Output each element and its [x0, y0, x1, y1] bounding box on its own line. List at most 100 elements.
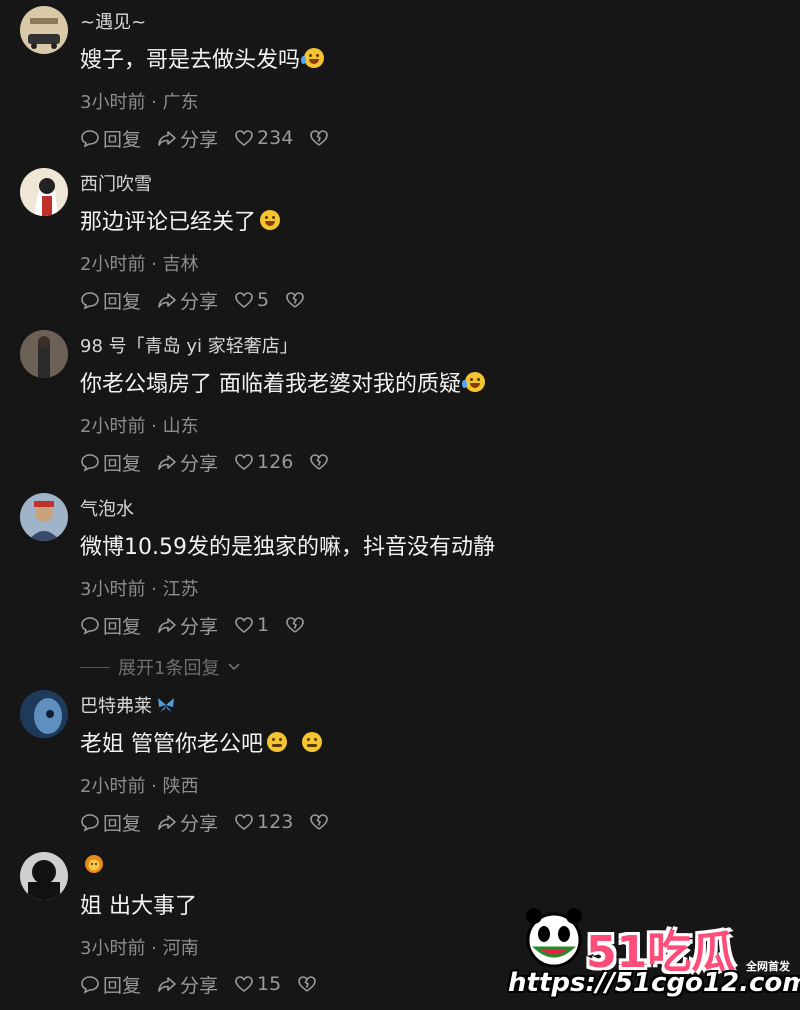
avatar[interactable] — [20, 6, 68, 54]
share-icon — [158, 293, 176, 308]
comment-location: 江苏 — [162, 579, 199, 600]
like-button[interactable]: 123 — [234, 811, 293, 833]
comment-location: 广东 — [162, 92, 199, 113]
dislike-button[interactable] — [309, 452, 329, 472]
broken-heart-icon — [310, 814, 329, 830]
like-count: 5 — [257, 289, 270, 311]
reply-button[interactable]: 回复 — [80, 449, 141, 476]
avatar[interactable] — [20, 168, 68, 216]
share-icon — [158, 618, 176, 633]
username[interactable]: 气泡水 — [80, 495, 134, 521]
broken-heart-icon — [310, 454, 329, 470]
dislike-button[interactable] — [297, 974, 317, 994]
comment-meta: 3小时前 · 河南 — [80, 938, 199, 959]
comment-text: 微博10.59发的是独家的嘛，抖音没有动静 — [80, 529, 495, 561]
reply-button[interactable]: 回复 — [80, 809, 141, 836]
comment-item: 巴特弗莱老姐 管管你老公吧 2小时前 · 陕西回复 分享 123 — [0, 684, 800, 844]
reply-label: 回复 — [103, 812, 142, 835]
dislike-button[interactable] — [285, 615, 305, 635]
comment-body: 那边评论已经关了 — [80, 210, 257, 235]
comment-meta: 2小时前 · 山东 — [80, 416, 199, 437]
share-button[interactable]: 分享 — [157, 449, 218, 476]
share-button[interactable]: 分享 — [157, 125, 218, 152]
reply-button[interactable]: 回复 — [80, 612, 141, 639]
share-label: 分享 — [180, 615, 219, 638]
reply-label: 回复 — [103, 452, 142, 475]
like-button[interactable]: 234 — [234, 127, 293, 149]
avatar[interactable] — [20, 330, 68, 378]
share-button[interactable]: 分享 — [157, 287, 218, 314]
username[interactable]: 巴特弗莱 — [80, 692, 176, 718]
comment-actions: 回复 分享 5 — [80, 286, 321, 314]
share-label: 分享 — [180, 974, 219, 997]
comment-text: 老姐 管管你老公吧 — [80, 726, 322, 758]
username[interactable]: 98 号「青岛 yi 家轻奢店」 — [80, 332, 298, 358]
share-label: 分享 — [180, 452, 219, 475]
cry-emoji-icon — [301, 48, 325, 68]
comment-item: 西门吹雪 那边评论已经关了 2小时前 · 吉林 回复 分享 5 — [0, 162, 800, 322]
comment-actions: 回复 分享 15 — [80, 970, 333, 998]
comment-time: 2小时前 — [80, 416, 146, 437]
comment-body: 姐 出大事了 — [80, 894, 197, 919]
username[interactable]: ~遇见~ — [80, 8, 146, 34]
heart-icon — [235, 130, 253, 147]
reply-button[interactable]: 回复 — [80, 971, 141, 998]
reply-button[interactable]: 回复 — [80, 287, 141, 314]
share-button[interactable]: 分享 — [157, 809, 218, 836]
heart-icon — [235, 617, 253, 634]
like-count: 234 — [257, 127, 294, 149]
comment-time: 3小时前 — [80, 938, 146, 959]
comment-actions: 回复 分享 126 — [80, 448, 345, 476]
dislike-button[interactable] — [309, 128, 329, 148]
like-button[interactable]: 1 — [234, 614, 269, 636]
comment-meta: 3小时前 · 广东 — [80, 92, 199, 113]
avatar[interactable] — [20, 493, 68, 541]
avatar[interactable] — [20, 852, 68, 900]
comment-meta: 3小时前 · 江苏 — [80, 579, 199, 600]
comment-actions: 回复 分享 1 — [80, 611, 321, 639]
heart-icon — [235, 292, 253, 309]
comment-actions: 回复 分享 123 — [80, 808, 345, 836]
avatar[interactable] — [20, 690, 68, 738]
comment-item: ~遇见~ 嫂子，哥是去做头发吗 3小时前 · 广东回复 分享 234 — [0, 0, 800, 160]
dislike-button[interactable] — [309, 812, 329, 832]
comment-text: 姐 出大事了 — [80, 888, 197, 920]
username[interactable]: 西门吹雪 — [80, 170, 152, 196]
reply-icon — [81, 130, 99, 148]
share-icon — [158, 455, 176, 470]
comment-location: 河南 — [162, 938, 199, 959]
expand-replies-label: 展开1条回复 — [118, 658, 220, 679]
comment-location: 吉林 — [162, 254, 199, 275]
like-button[interactable]: 5 — [234, 289, 269, 311]
share-label: 分享 — [180, 290, 219, 313]
comment-time: 3小时前 — [80, 92, 146, 113]
reply-icon — [81, 292, 99, 310]
comment-body: 你老公塌房了 面临着我老婆对我的质疑 — [80, 372, 461, 397]
dislike-button[interactable] — [285, 290, 305, 310]
username[interactable] — [80, 854, 104, 874]
share-button[interactable]: 分享 — [157, 612, 218, 639]
reply-icon — [81, 617, 99, 635]
panda-mascot-icon — [526, 908, 582, 968]
username-text: 巴特弗莱 — [80, 696, 152, 717]
heart-icon — [235, 814, 253, 831]
share-icon — [158, 815, 176, 830]
reply-icon — [81, 976, 99, 994]
share-icon — [158, 131, 176, 146]
share-button[interactable]: 分享 — [157, 971, 218, 998]
comment-meta: 2小时前 · 陕西 — [80, 776, 199, 797]
like-button[interactable]: 126 — [234, 451, 293, 473]
expand-replies-button[interactable]: 展开1条回复 — [80, 654, 241, 680]
cry-emoji-icon — [462, 372, 485, 392]
comment-body: 嫂子，哥是去做头发吗 — [80, 48, 301, 73]
worry-emoji-icon — [267, 732, 287, 752]
comment-time: 2小时前 — [80, 776, 146, 797]
reply-icon — [81, 814, 99, 832]
username-text: 西门吹雪 — [80, 174, 152, 195]
reply-button[interactable]: 回复 — [80, 125, 141, 152]
like-button[interactable]: 15 — [234, 973, 281, 995]
lion-icon — [85, 855, 103, 873]
watermark-url: https://51cgo12.com — [508, 968, 800, 998]
like-count: 126 — [257, 451, 294, 473]
share-label: 分享 — [180, 128, 219, 151]
